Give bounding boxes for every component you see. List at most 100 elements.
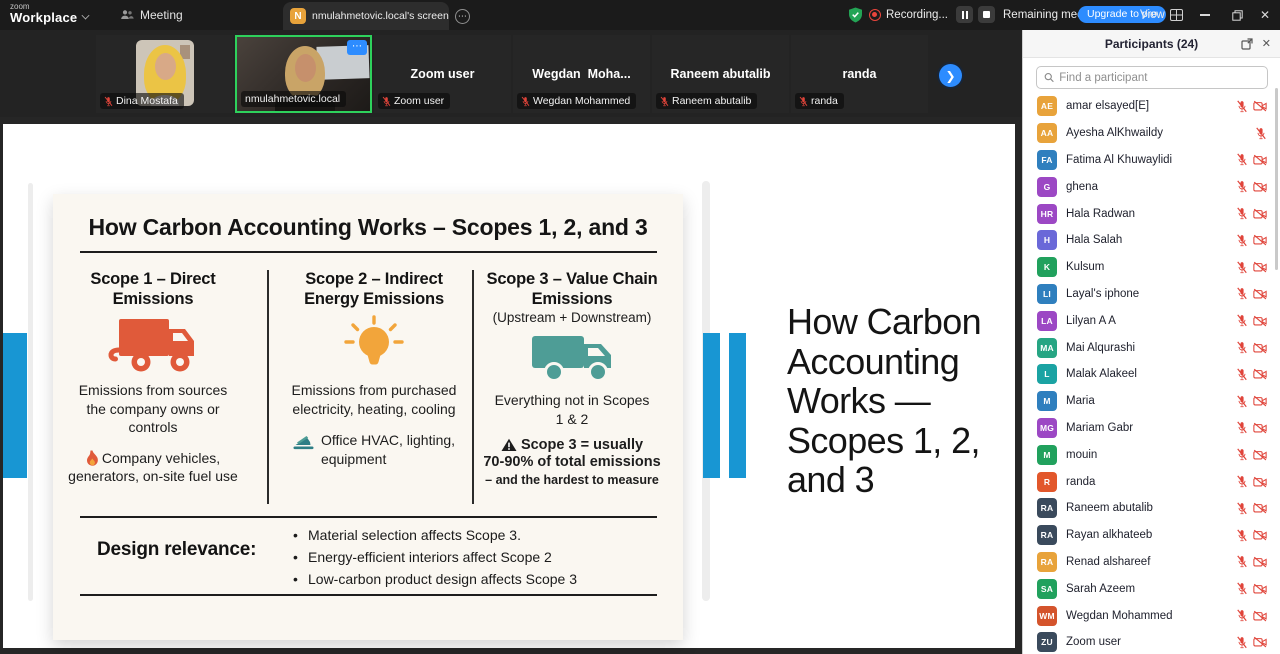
mic-muted-icon — [1236, 609, 1248, 622]
camera-off-icon — [1253, 342, 1267, 354]
pause-recording-button[interactable] — [956, 6, 973, 23]
participant-name: randa — [1066, 476, 1227, 488]
participant-name: Ayesha AlKhwaildy — [1066, 127, 1246, 139]
participant-row[interactable]: MA Mai Alqurashi — [1023, 334, 1280, 361]
mic-muted-icon — [1236, 421, 1248, 434]
popout-icon[interactable] — [1241, 38, 1253, 50]
view-button-label[interactable]: View — [1140, 9, 1165, 21]
participant-row[interactable]: L Malak Alakeel — [1023, 361, 1280, 388]
camera-off-icon — [1253, 368, 1267, 380]
video-tile-zoom-user[interactable]: Zoom user Zoom user — [374, 35, 511, 113]
participant-name: Rayan alkhateeb — [1066, 529, 1227, 541]
avatar: LA — [1037, 311, 1057, 331]
recording-indicator-icon — [869, 9, 881, 21]
video-tile-dina[interactable]: Dina Mostafa — [96, 35, 233, 113]
camera-off-icon — [1253, 261, 1267, 273]
avatar: M — [1037, 391, 1057, 411]
avatar: MA — [1037, 338, 1057, 358]
video-tile-randa[interactable]: randa randa — [791, 35, 928, 113]
window-minimize-button[interactable] — [1190, 0, 1220, 30]
video-strip: Dina Mostafa ⋯ nmulahmetovic.local Zoom … — [0, 30, 1022, 117]
mic-muted-icon — [1236, 234, 1248, 247]
mic-muted-icon — [1236, 448, 1248, 461]
security-shield-icon[interactable] — [848, 7, 863, 23]
tile-name-label: Dina Mostafa — [100, 93, 184, 109]
mic-muted-icon — [1236, 475, 1248, 488]
participant-search-box[interactable] — [1036, 66, 1268, 89]
video-tile-wegdan[interactable]: Wegdan Moha... Wegdan Mohammed — [513, 35, 650, 113]
participant-row[interactable]: R randa — [1023, 468, 1280, 495]
participant-row[interactable]: MG Mariam Gabr — [1023, 415, 1280, 442]
tile-more-options-button[interactable]: ⋯ — [347, 40, 367, 55]
scope3-subheading: (Upstream + Downstream) — [476, 310, 668, 325]
participant-row[interactable]: G ghena — [1023, 173, 1280, 200]
participants-header: Participants (24) ✕ — [1023, 30, 1280, 58]
mic-muted-icon — [1236, 582, 1248, 595]
participant-row[interactable]: AE amar elsayed[E] — [1023, 93, 1280, 120]
participant-row[interactable]: RA Raneem abutalib — [1023, 495, 1280, 522]
participant-row[interactable]: AA Ayesha AlKhwaildy — [1023, 120, 1280, 147]
participant-row[interactable]: M Maria — [1023, 388, 1280, 415]
participant-name: Mariam Gabr — [1066, 422, 1227, 434]
participant-row[interactable]: ZU Zoom user — [1023, 629, 1280, 654]
participant-row[interactable]: LA Lilyan A A — [1023, 307, 1280, 334]
participant-row[interactable]: FA Fatima Al Khuwaylidi — [1023, 147, 1280, 174]
mic-muted-icon — [1236, 100, 1248, 113]
participant-row[interactable]: LI Layal's iphone — [1023, 281, 1280, 308]
view-layout-icon[interactable] — [1170, 9, 1183, 21]
participant-name: Raneem abutalib — [1066, 502, 1227, 514]
tab-meeting-label: Meeting — [140, 8, 183, 22]
avatar: G — [1037, 177, 1057, 197]
camera-off-icon — [1253, 556, 1267, 568]
participant-row[interactable]: SA Sarah Azeem — [1023, 575, 1280, 602]
participant-row[interactable]: K Kulsum — [1023, 254, 1280, 281]
participant-row[interactable]: WM Wegdan Mohammed — [1023, 602, 1280, 629]
mic-muted-icon — [1236, 261, 1248, 274]
tile-name-label: Raneem abutalib — [656, 93, 757, 109]
window-close-button[interactable]: ✕ — [1250, 0, 1280, 30]
participant-row[interactable]: RA Rayan alkhateeb — [1023, 522, 1280, 549]
participant-list: AE amar elsayed[E] AA Ayesha AlKhwaildy … — [1023, 93, 1280, 654]
column-divider — [267, 270, 269, 504]
recording-label: Recording... — [886, 9, 948, 21]
window-restore-button[interactable] — [1222, 0, 1252, 30]
tab-options-icon[interactable]: ⋯ — [455, 9, 470, 24]
mic-muted-icon — [799, 96, 808, 107]
mic-muted-icon — [1255, 127, 1267, 140]
tile-name-label: randa — [795, 93, 844, 109]
close-panel-icon[interactable]: ✕ — [1262, 30, 1271, 58]
people-icon — [120, 9, 134, 21]
tile-name-label: Wegdan Mohammed — [517, 93, 636, 109]
participant-row[interactable]: H Hala Salah — [1023, 227, 1280, 254]
participant-name: Zoom user — [1066, 636, 1227, 648]
truck-teal-icon — [526, 334, 618, 382]
video-tile-nmulahmetovic[interactable]: ⋯ nmulahmetovic.local — [235, 35, 372, 113]
participant-row[interactable]: M mouin — [1023, 441, 1280, 468]
avatar: R — [1037, 472, 1057, 492]
avatar: RA — [1037, 498, 1057, 518]
camera-off-icon — [1253, 395, 1267, 407]
participant-name: Fatima Al Khuwaylidi — [1066, 154, 1227, 166]
stop-recording-button[interactable] — [978, 6, 995, 23]
participant-row[interactable]: HR Hala Radwan — [1023, 200, 1280, 227]
slide-title: How Carbon Accounting Works – Scopes 1, … — [53, 214, 683, 241]
participant-name: ghena — [1066, 181, 1227, 193]
participant-name: Layal's iphone — [1066, 288, 1227, 300]
chevron-down-icon[interactable] — [82, 12, 90, 20]
tab-meeting[interactable]: Meeting — [120, 0, 183, 30]
design-relevance-bullet: Material selection affects Scope 3. — [293, 524, 577, 546]
avatar: WM — [1037, 606, 1057, 626]
lightbulb-icon — [337, 315, 411, 375]
video-tile-raneem[interactable]: Raneem abutalib Raneem abutalib — [652, 35, 789, 113]
participant-row[interactable]: RA Renad alshareef — [1023, 549, 1280, 576]
screen-owner-avatar: N — [290, 8, 306, 24]
participant-name: Lilyan A A — [1066, 315, 1227, 327]
tile-name-label: Zoom user — [378, 93, 450, 109]
search-input[interactable] — [1059, 72, 1260, 84]
scrollbar[interactable] — [1275, 88, 1278, 270]
design-relevance-label: Design relevance: — [97, 539, 256, 561]
next-participants-page-button[interactable]: ❯ — [939, 64, 962, 87]
flame-icon — [86, 450, 99, 466]
scope2-column: Scope 2 – Indirect Energy Emissions — [280, 270, 468, 468]
tab-shared-screen[interactable]: N nmulahmetovic.local's screen ⋯ — [283, 2, 449, 30]
